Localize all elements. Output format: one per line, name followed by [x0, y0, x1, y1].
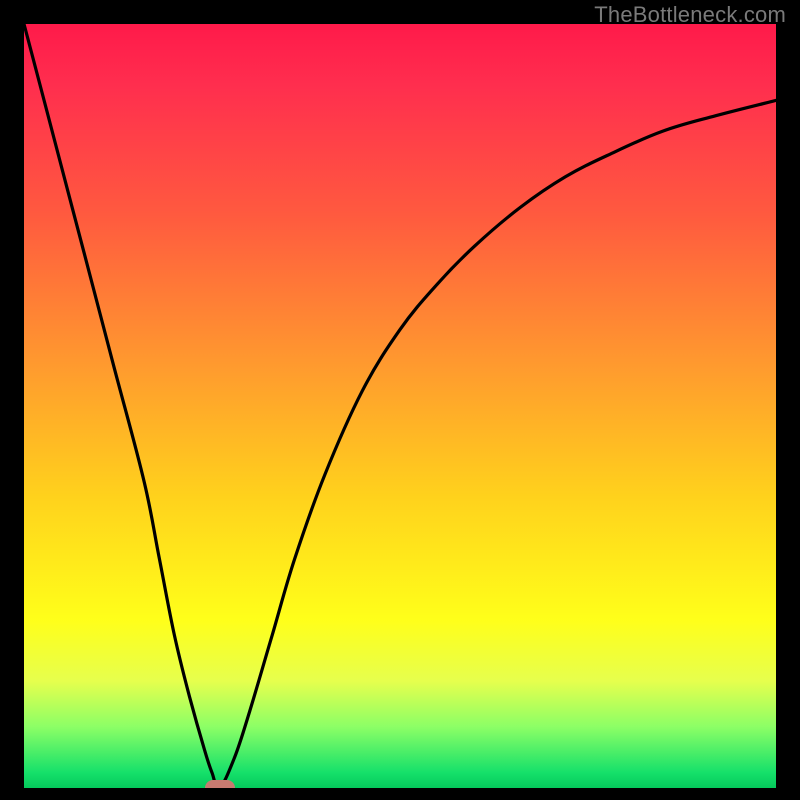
bottleneck-curve	[24, 24, 776, 788]
curve-path	[24, 24, 776, 788]
chart-area	[24, 24, 776, 788]
optimal-point-marker	[205, 780, 235, 788]
